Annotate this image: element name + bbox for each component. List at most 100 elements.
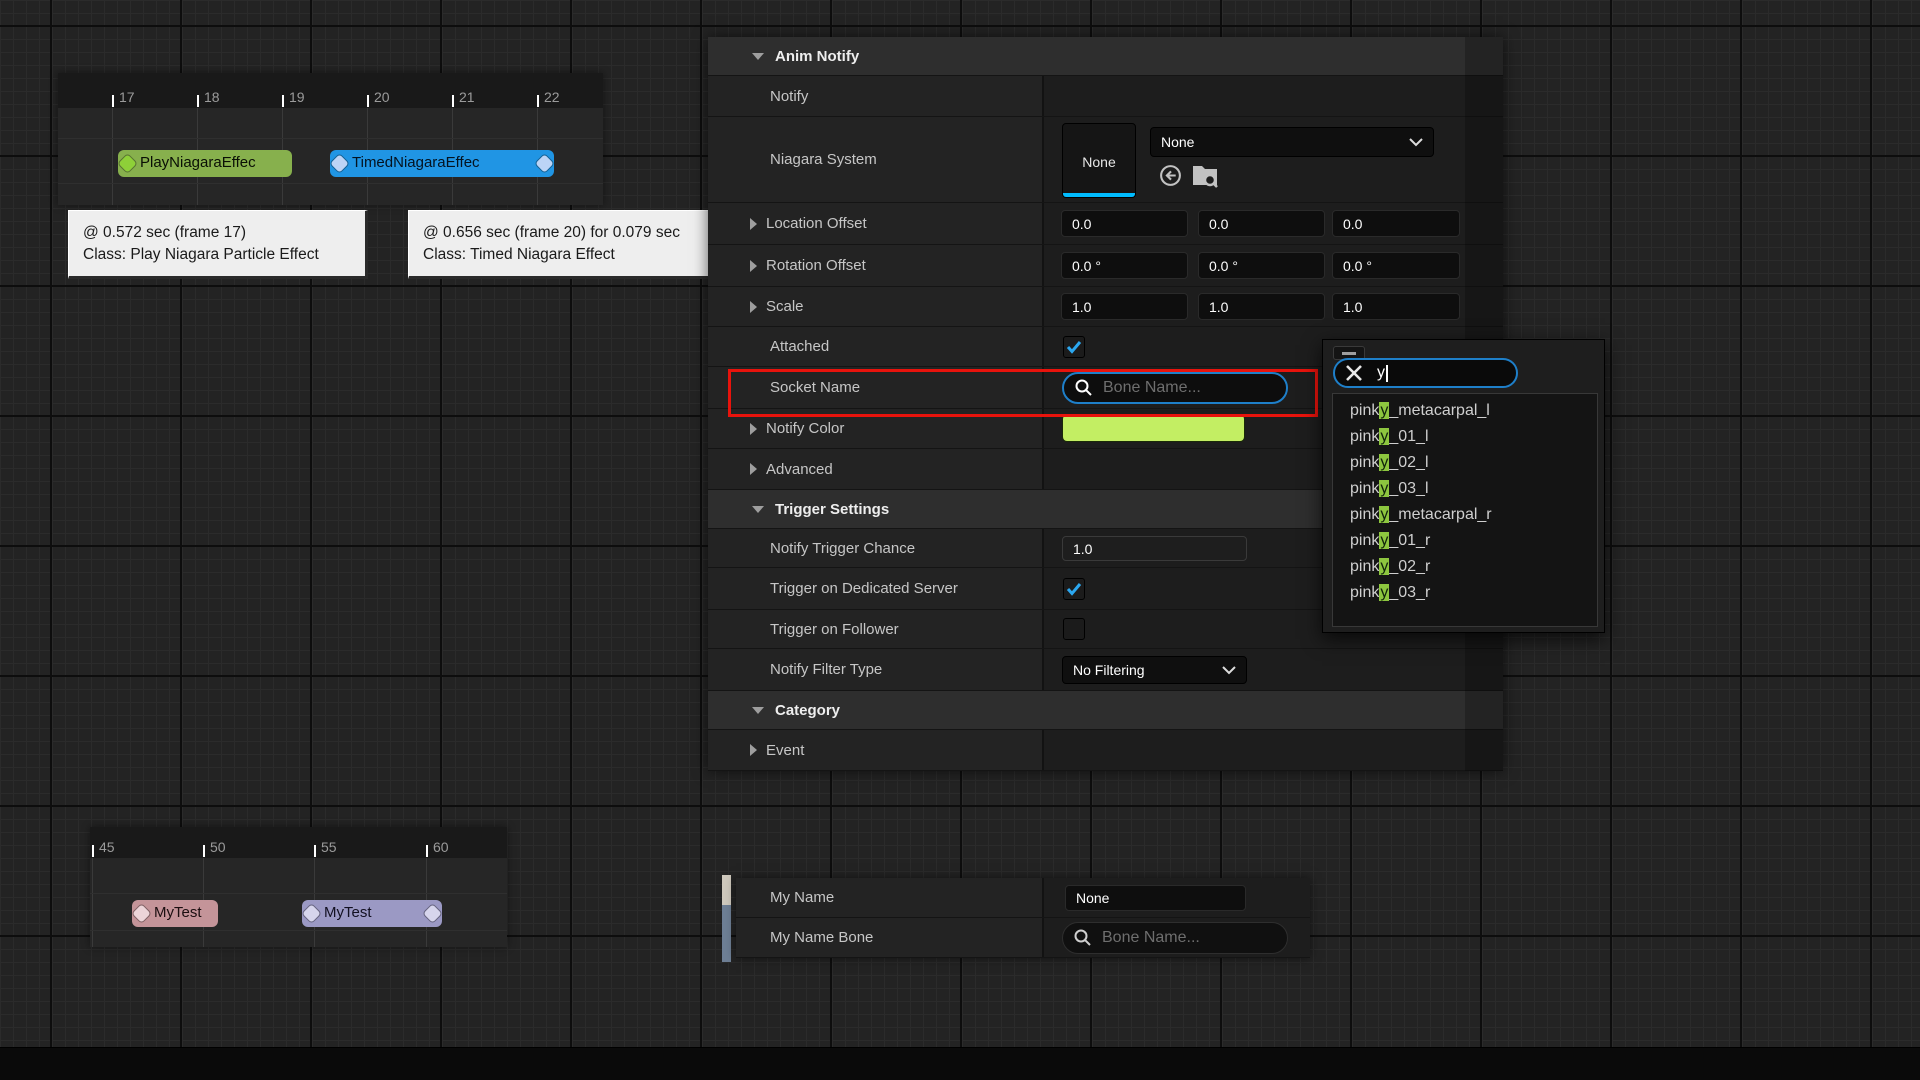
property-label: My Name	[770, 889, 834, 906]
tick-mark	[367, 95, 369, 107]
notify-tooltip-timed: @ 0.656 sec (frame 20) for 0.079 sec Cla…	[408, 210, 724, 279]
attached-checkbox-checked[interactable]	[1063, 336, 1085, 358]
expander-icon[interactable]	[750, 744, 757, 756]
trigger-chance-input[interactable]: 1.0	[1062, 536, 1247, 561]
bone-name-pre: pink	[1350, 428, 1379, 445]
tooltip-time: @ 0.656 sec (frame 20) for 0.079 sec	[423, 222, 707, 244]
notify-color-swatch[interactable]	[1062, 414, 1245, 442]
bone-name-pre: pink	[1350, 584, 1379, 601]
notify-tooltip-play: @ 0.572 sec (frame 17) Class: Play Niaga…	[68, 210, 368, 279]
bone-name-pre: pink	[1350, 480, 1379, 497]
notify-marker-timed-niagara[interactable]: TimedNiagaraEffec	[330, 150, 554, 177]
tick-label: 50	[210, 839, 226, 855]
bone-name-post: _03_l	[1389, 480, 1428, 497]
tooltip-class: Class: Timed Niagara Effect	[423, 244, 707, 266]
notify-end-diamond-icon[interactable]	[535, 154, 553, 172]
tick-label: 19	[289, 89, 305, 105]
vector-y-input[interactable]: 0.0	[1198, 210, 1325, 237]
frame-gridline	[92, 858, 93, 947]
row-niagara-system: Niagara System None None	[708, 117, 1503, 203]
tick-mark	[452, 95, 454, 107]
timeline-header: 45 50 55 60	[90, 827, 507, 858]
bone-name-pre: pink	[1350, 454, 1379, 471]
browse-to-asset-icon[interactable]	[1190, 162, 1220, 189]
tick-mark	[314, 845, 316, 857]
property-label: Trigger on Dedicated Server	[770, 580, 958, 597]
my-name-input[interactable]: None	[1065, 885, 1246, 911]
expander-icon[interactable]	[750, 260, 757, 272]
expander-icon[interactable]	[750, 218, 757, 230]
notify-marker-play-niagara[interactable]: PlayNiagaraEffec	[118, 150, 292, 177]
property-label: Scale	[766, 298, 804, 315]
expander-icon[interactable]	[750, 301, 757, 313]
row-notify-filter-type: Notify Filter Type No Filtering	[708, 649, 1503, 691]
bone-list-item[interactable]: pinky_03_r	[1333, 580, 1597, 606]
tick-label: 18	[204, 89, 220, 105]
section-header-category[interactable]: Category	[708, 691, 1503, 730]
vector-z-input[interactable]: 0.0	[1332, 210, 1460, 237]
bone-name-match: y	[1379, 558, 1389, 575]
rotation-x-input[interactable]: 0.0 °	[1061, 252, 1188, 279]
bone-list-item[interactable]: pinky_01_l	[1333, 424, 1597, 450]
notify-value-cell	[1042, 76, 1503, 116]
tick-label: 20	[374, 89, 390, 105]
socket-name-placeholder: Bone Name...	[1103, 379, 1201, 397]
property-label: Notify Trigger Chance	[770, 540, 915, 557]
rotation-y-input[interactable]: 0.0 °	[1198, 252, 1325, 279]
property-label: Socket Name	[770, 379, 860, 396]
expander-icon[interactable]	[750, 463, 757, 475]
property-label: My Name Bone	[770, 929, 873, 946]
property-label: Attached	[770, 338, 829, 355]
notify-diamond-icon[interactable]	[132, 904, 150, 922]
notify-diamond-icon[interactable]	[302, 904, 320, 922]
bone-search-input[interactable]: y	[1333, 358, 1518, 388]
dash-icon	[1342, 352, 1356, 355]
notify-diamond-icon[interactable]	[330, 154, 348, 172]
collapse-arrow-icon[interactable]	[752, 53, 764, 60]
dedicated-server-checkbox-checked[interactable]	[1063, 578, 1085, 600]
notify-filter-type-dropdown[interactable]: No Filtering	[1062, 656, 1247, 684]
bottom-dark-band	[0, 1047, 1920, 1080]
bone-name-post: _metacarpal_r	[1389, 506, 1491, 523]
section-title: Category	[775, 702, 840, 719]
use-selected-asset-icon[interactable]	[1158, 163, 1183, 188]
notify-diamond-icon[interactable]	[118, 154, 136, 172]
bone-list-item[interactable]: pinky_02_l	[1333, 450, 1597, 476]
notify-marker-mytest-2[interactable]: MyTest	[302, 900, 442, 927]
vector-x-input[interactable]: 0.0	[1061, 210, 1188, 237]
chevron-down-icon	[1409, 138, 1423, 147]
text-cursor	[1386, 365, 1388, 382]
bone-list-item[interactable]: pinky_metacarpal_r	[1333, 502, 1597, 528]
clear-search-icon[interactable]	[1345, 364, 1363, 382]
tick-label: 17	[119, 89, 135, 105]
bone-list-item[interactable]: pinky_metacarpal_l	[1333, 398, 1597, 424]
tick-label: 60	[433, 839, 449, 855]
notify-marker-label: PlayNiagaraEffec	[140, 154, 256, 171]
rotation-z-input[interactable]: 0.0 °	[1332, 252, 1460, 279]
notify-track-bottom: 45 50 55 60 MyTest MyTest	[90, 827, 507, 947]
notify-end-diamond-icon[interactable]	[423, 904, 441, 922]
bone-list-item[interactable]: pinky_01_r	[1333, 528, 1597, 554]
section-header-anim-notify[interactable]: Anim Notify	[708, 37, 1503, 76]
track-divider	[58, 138, 603, 139]
bone-list-item[interactable]: pinky_02_r	[1333, 554, 1597, 580]
collapse-arrow-icon[interactable]	[752, 707, 764, 714]
scale-y-input[interactable]: 1.0	[1198, 293, 1325, 320]
tick-mark	[282, 95, 284, 107]
niagara-asset-combobox[interactable]: None	[1150, 127, 1434, 157]
section-title: Anim Notify	[775, 48, 859, 65]
expander-icon[interactable]	[750, 423, 757, 435]
socket-name-search-input[interactable]: Bone Name...	[1062, 372, 1288, 404]
bone-list-item[interactable]: pinky_03_l	[1333, 476, 1597, 502]
row-location-offset: Location Offset 0.0 0.0 0.0	[708, 203, 1503, 245]
collapse-arrow-icon[interactable]	[752, 506, 764, 513]
scale-z-input[interactable]: 1.0	[1332, 293, 1460, 320]
follower-checkbox-unchecked[interactable]	[1063, 618, 1085, 640]
bone-name-placeholder: Bone Name...	[1102, 929, 1200, 947]
bone-name-post: _03_r	[1389, 584, 1430, 601]
notify-marker-mytest-1[interactable]: MyTest	[132, 900, 218, 927]
asset-thumbnail[interactable]: None	[1062, 123, 1136, 198]
scale-x-input[interactable]: 1.0	[1061, 293, 1188, 320]
notify-marker-label: MyTest	[154, 904, 202, 921]
my-name-bone-search-input[interactable]: Bone Name...	[1062, 922, 1288, 954]
